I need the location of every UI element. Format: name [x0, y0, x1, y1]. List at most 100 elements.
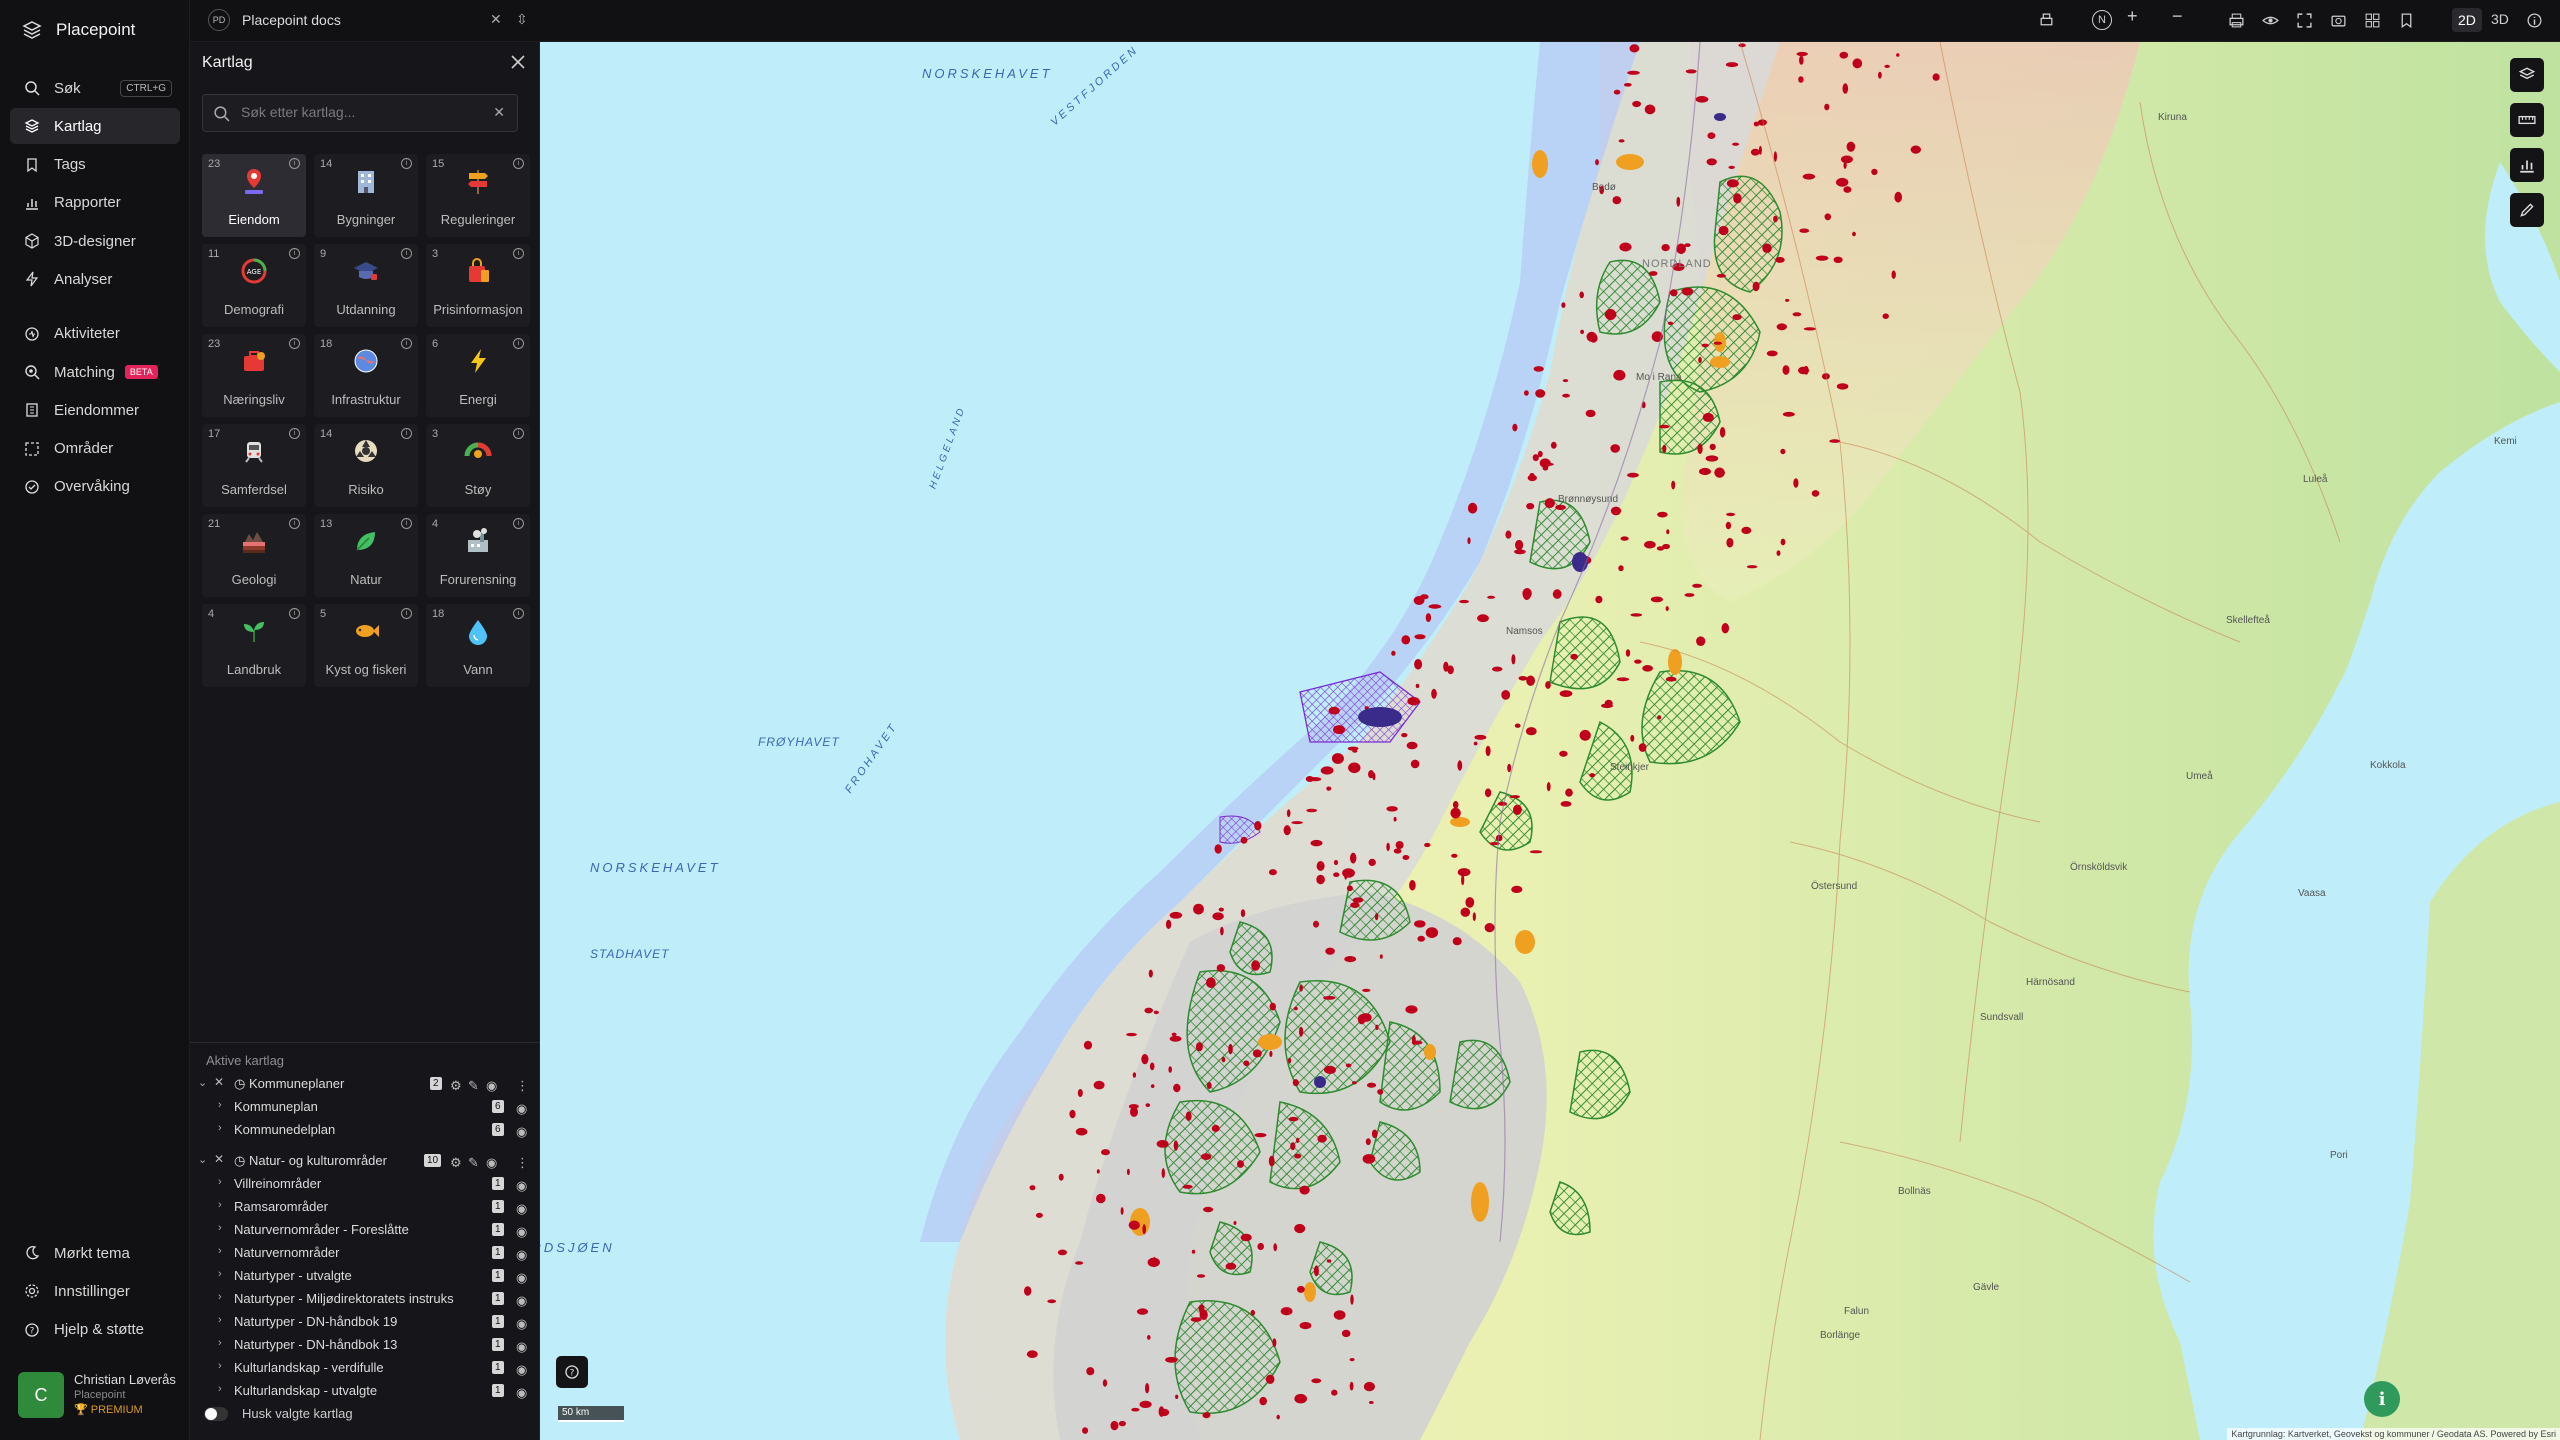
eye-icon[interactable]: ◉: [516, 1316, 528, 1331]
category-tile-natur[interactable]: 13 i Natur: [314, 514, 418, 597]
view-3d-toggle[interactable]: 3D: [2491, 11, 2509, 27]
edit-icon[interactable]: ✎: [468, 1155, 480, 1170]
layer-group-row[interactable]: ⌄ ✕ ◷ Natur- og kulturområder 10 ⚙ ✎ ◉ ⋮: [190, 1149, 540, 1172]
nav-item-eiendommer[interactable]: Eiendommer: [10, 392, 180, 428]
zoom-in-button[interactable]: +: [2127, 6, 2138, 27]
eye-icon[interactable]: ◉: [516, 1201, 528, 1216]
category-tile-demografi[interactable]: 11 i AGE Demografi: [202, 244, 306, 327]
eye-icon[interactable]: ◉: [516, 1270, 528, 1285]
info-icon[interactable]: i: [289, 158, 300, 169]
info-icon[interactable]: i: [289, 428, 300, 439]
chevron-right-icon[interactable]: ›: [218, 1291, 222, 1303]
category-tile-næringsliv[interactable]: 23 i Næringsliv: [202, 334, 306, 417]
category-tile-kyst-og-fiskeri[interactable]: 5 i Kyst og fiskeri: [314, 604, 418, 687]
close-icon[interactable]: [508, 52, 528, 72]
category-tile-støy[interactable]: 3 i Støy: [426, 424, 530, 507]
draw-tool-button[interactable]: [2510, 193, 2544, 227]
layer-row[interactable]: › Kommunedelplan 6 ◉: [190, 1118, 540, 1141]
category-tile-vann[interactable]: 18 i Vann: [426, 604, 530, 687]
more-icon[interactable]: ⋮: [516, 1155, 529, 1170]
info-icon[interactable]: i: [513, 608, 524, 619]
info-icon[interactable]: i: [513, 428, 524, 439]
layer-row[interactable]: › Naturvernområder 1 ◉: [190, 1241, 540, 1264]
layer-row[interactable]: › Ramsarområder 1 ◉: [190, 1195, 540, 1218]
chevron-right-icon[interactable]: ›: [218, 1222, 222, 1234]
eye-icon[interactable]: ◉: [516, 1101, 528, 1116]
chevron-right-icon[interactable]: ›: [218, 1360, 222, 1372]
print-icon[interactable]: [2036, 10, 2056, 30]
eye-icon[interactable]: ◉: [516, 1293, 528, 1308]
eye-icon[interactable]: ◉: [516, 1224, 528, 1239]
eye-icon[interactable]: [2260, 10, 2280, 30]
chevron-down-icon[interactable]: ⌄: [198, 1076, 207, 1089]
category-tile-prisinformasjon[interactable]: 3 i Prisinformasjon: [426, 244, 530, 327]
layer-row[interactable]: › Naturvernområder - Foreslåtte 1 ◉: [190, 1218, 540, 1241]
chevron-right-icon[interactable]: ›: [218, 1199, 222, 1211]
layer-row[interactable]: › Villreinområder 1 ◉: [190, 1172, 540, 1195]
category-tile-geologi[interactable]: 21 i Geologi: [202, 514, 306, 597]
compass-north-button[interactable]: N: [2092, 10, 2112, 30]
nav-item-sok[interactable]: Søk CTRL+G: [10, 70, 180, 106]
layer-group-row[interactable]: ⌄ ✕ ◷ Kommuneplaner 2 ⚙ ✎ ◉ ⋮: [190, 1072, 540, 1095]
chart-tool-button[interactable]: [2510, 148, 2544, 182]
nav-item-rapporter[interactable]: Rapporter: [10, 185, 180, 221]
info-icon[interactable]: [2524, 10, 2544, 30]
chevron-updown-icon[interactable]: ⇳: [516, 11, 528, 28]
info-icon[interactable]: i: [289, 518, 300, 529]
edit-icon[interactable]: ✎: [468, 1078, 480, 1093]
category-tile-landbruk[interactable]: 4 i Landbruk: [202, 604, 306, 687]
nav-item-tags[interactable]: Tags: [10, 147, 180, 183]
printer-icon[interactable]: [2226, 10, 2246, 30]
nav-item-3d-designer[interactable]: 3D-designer: [10, 223, 180, 259]
chevron-right-icon[interactable]: ›: [218, 1245, 222, 1257]
eye-icon[interactable]: ◉: [516, 1362, 528, 1377]
nav-item-overvaking[interactable]: Overvåking: [10, 469, 180, 505]
eye-icon[interactable]: ◉: [486, 1078, 498, 1093]
nav-item-analyser[interactable]: Analyser: [10, 261, 180, 297]
toggle-switch[interactable]: [204, 1406, 228, 1421]
chevron-right-icon[interactable]: ›: [218, 1268, 222, 1280]
close-icon[interactable]: ✕: [490, 11, 502, 28]
info-icon[interactable]: i: [401, 158, 412, 169]
settings-icon[interactable]: ⚙: [450, 1078, 462, 1093]
layer-row[interactable]: › Kulturlandskap - utvalgte 1 ◉: [190, 1379, 540, 1402]
layer-search-input[interactable]: [239, 103, 489, 121]
nav-item-kartlag[interactable]: Kartlag: [10, 108, 180, 145]
layer-row[interactable]: › Naturtyper - DN-håndbok 13 1 ◉: [190, 1333, 540, 1356]
nav-item-matching[interactable]: Matching BETA: [10, 354, 180, 390]
info-icon[interactable]: i: [401, 428, 412, 439]
zoom-out-button[interactable]: −: [2172, 6, 2183, 27]
eye-icon[interactable]: ◉: [516, 1339, 528, 1354]
layer-tool-button[interactable]: [2510, 58, 2544, 92]
chevron-right-icon[interactable]: ›: [218, 1383, 222, 1395]
layer-row[interactable]: › Naturtyper - Miljødirektoratets instruk…: [190, 1287, 540, 1310]
grid-icon[interactable]: [2362, 10, 2382, 30]
map-canvas[interactable]: NORSKEHAVET NORSKEHAVET FRØYHAVET NORDSJ…: [540, 42, 2560, 1440]
chevron-right-icon[interactable]: ›: [218, 1337, 222, 1349]
info-icon[interactable]: i: [513, 248, 524, 259]
info-icon[interactable]: i: [401, 608, 412, 619]
category-tile-energi[interactable]: 6 i Energi: [426, 334, 530, 417]
eye-icon[interactable]: ◉: [486, 1155, 498, 1170]
layer-row[interactable]: › Kommuneplan 6 ◉: [190, 1095, 540, 1118]
remove-group-icon[interactable]: ✕: [214, 1075, 224, 1089]
eye-icon[interactable]: ◉: [516, 1178, 528, 1193]
info-icon[interactable]: i: [513, 158, 524, 169]
category-tile-utdanning[interactable]: 9 i Utdanning: [314, 244, 418, 327]
category-tile-bygninger[interactable]: 14 i Bygninger: [314, 154, 418, 237]
clear-search-icon[interactable]: ✕: [493, 104, 505, 121]
eye-icon[interactable]: ◉: [516, 1247, 528, 1262]
eye-icon[interactable]: ◉: [516, 1385, 528, 1400]
info-icon[interactable]: i: [401, 248, 412, 259]
info-icon[interactable]: i: [513, 338, 524, 349]
chevron-down-icon[interactable]: ⌄: [198, 1153, 207, 1166]
settings-icon[interactable]: ⚙: [450, 1155, 462, 1170]
category-tile-infrastruktur[interactable]: 18 i Infrastruktur: [314, 334, 418, 417]
remove-group-icon[interactable]: ✕: [214, 1152, 224, 1166]
info-icon[interactable]: i: [289, 608, 300, 619]
layer-row[interactable]: › Naturtyper - utvalgte 1 ◉: [190, 1264, 540, 1287]
view-2d-toggle[interactable]: 2D: [2452, 8, 2482, 32]
bookmark-icon[interactable]: [2396, 10, 2416, 30]
map-help-button[interactable]: ?: [556, 1356, 588, 1388]
info-icon[interactable]: i: [401, 518, 412, 529]
